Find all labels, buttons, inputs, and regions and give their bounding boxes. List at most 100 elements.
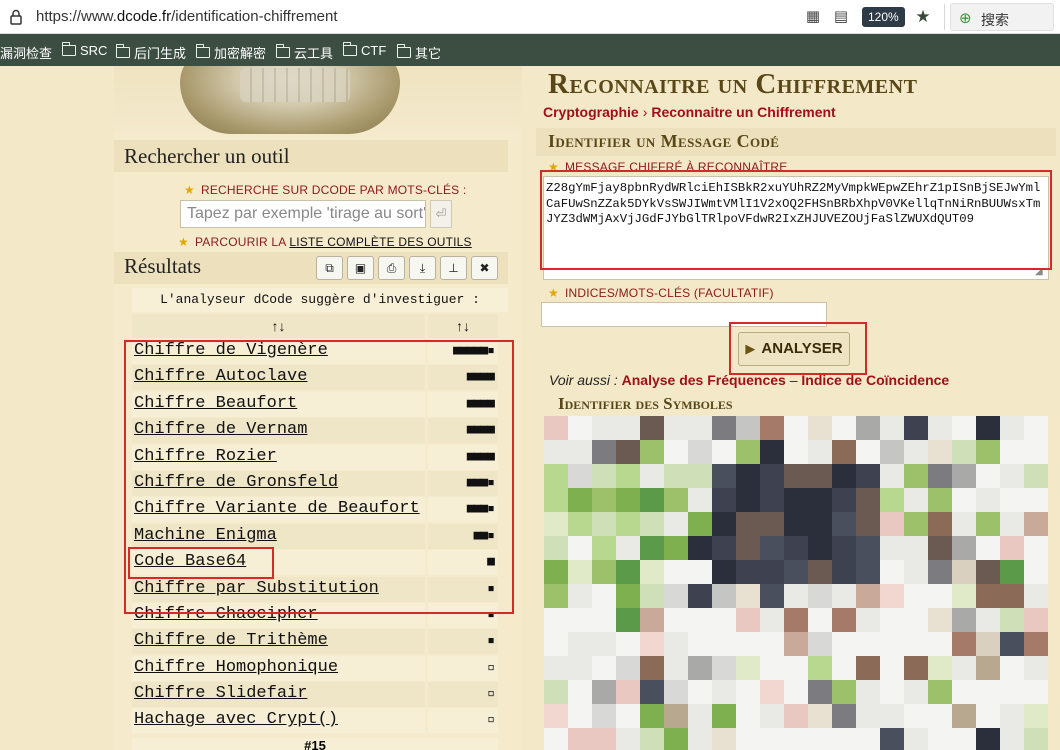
result-link[interactable]: Chiffre par Substitution (132, 576, 425, 602)
ciphertext-textarea[interactable]: Z28gYmFjay8pbnRydWRlciEhISBkR2xuYUhRZ2My… (543, 176, 1049, 280)
mosaic-tile (712, 584, 736, 608)
result-link[interactable]: Machine Enigma (132, 523, 425, 549)
hints-input[interactable] (541, 302, 827, 327)
result-link[interactable]: Chiffre Homophonique (132, 655, 425, 681)
bookmark-crypto[interactable]: 加密解密 (195, 43, 266, 62)
result-link[interactable]: Hachage avec Crypt() (132, 708, 425, 734)
mosaic-tile (568, 656, 592, 680)
bookmark-backdoor[interactable]: 后门生成 (115, 43, 186, 62)
analyze-button[interactable]: ▶ ANALYSER (738, 332, 850, 366)
mosaic-tile (1000, 584, 1024, 608)
bookmark-label: 云工具 (294, 46, 334, 61)
mosaic-tile (856, 560, 880, 584)
download-icon[interactable]: ⤓ (409, 256, 436, 280)
mosaic-tile (568, 560, 592, 584)
mosaic-tile (664, 488, 688, 512)
mosaic-tile (688, 656, 712, 680)
mosaic-tile (856, 488, 880, 512)
table-row: Chiffre Chaocipher ▪ (132, 602, 498, 629)
mosaic-tile (928, 680, 952, 704)
breadcrumb-current[interactable]: Reconnaitre un Chiffrement (651, 104, 835, 120)
mosaic-tile (640, 608, 664, 632)
mosaic-tile (616, 680, 640, 704)
mosaic-tile (928, 512, 952, 536)
mosaic-tile (1000, 680, 1024, 704)
mosaic-tile (760, 656, 784, 680)
lock-icon (10, 9, 22, 25)
mosaic-tile (1024, 488, 1048, 512)
mosaic-tile (568, 728, 592, 750)
search-label: 搜索 (981, 12, 1009, 28)
result-link[interactable]: Chiffre Variante de Beaufort (132, 497, 425, 523)
result-link[interactable]: Chiffre Chaocipher (132, 602, 425, 628)
mosaic-tile (616, 608, 640, 632)
mosaic-tile (856, 440, 880, 464)
sort-score-header[interactable]: ↑↓ (428, 314, 498, 338)
breadcrumb-cryptography[interactable]: Cryptographie (543, 104, 639, 120)
tool-search-input[interactable]: Tapez par exemple 'tirage au sort' (180, 200, 426, 228)
mosaic-tile (664, 560, 688, 584)
url-text[interactable]: https://www.dcode.fr/identification-chif… (36, 8, 338, 25)
mosaic-tile (712, 608, 736, 632)
resize-handle-icon[interactable]: ◢ (1035, 266, 1047, 278)
bookmark-ctf[interactable]: CTF (342, 42, 386, 58)
mosaic-tile (952, 464, 976, 488)
browse-prefix: PARCOURIR LA (194, 235, 290, 249)
browser-search-button[interactable]: ⊕ 搜索 (950, 3, 1054, 31)
result-link[interactable]: Chiffre Rozier (132, 444, 425, 470)
mosaic-tile (832, 440, 856, 464)
reader-mode-icon[interactable]: ▤ (832, 8, 850, 26)
result-score: ■ (428, 550, 498, 576)
zoom-badge[interactable]: 120% (862, 7, 905, 27)
mosaic-tile (952, 584, 976, 608)
browse-all-tools-link[interactable]: LISTE COMPLÈTE DES OUTILS (289, 235, 471, 249)
sort-name-header[interactable]: ↑↓ (132, 314, 425, 338)
copy-icon[interactable]: ⧉ (316, 256, 343, 280)
result-link[interactable]: Chiffre de Gronsfeld (132, 470, 425, 496)
result-link[interactable]: Chiffre de Vernam (132, 418, 425, 444)
print-icon[interactable]: ⎙ (378, 256, 405, 280)
identify-title: Identifier un Message Codé (548, 131, 780, 151)
mosaic-tile (616, 632, 640, 656)
qr-code-icon[interactable]: ▦ (804, 8, 822, 26)
mosaic-tile (880, 416, 904, 440)
bookmark-src[interactable]: SRC (61, 42, 107, 58)
hints-label: ★ INDICES/MOTS-CLÉS (FACULTATIF) (548, 286, 774, 300)
mosaic-tile (784, 656, 808, 680)
result-link[interactable]: Chiffre Autoclave (132, 365, 425, 391)
mosaic-tile (760, 584, 784, 608)
frequency-analysis-link[interactable]: Analyse des Fréquences (622, 372, 786, 388)
search-engine-icon: ⊕ (959, 10, 972, 27)
index-of-coincidence-link[interactable]: Indice de Coïncidence (801, 372, 949, 388)
result-link[interactable]: Chiffre Beaufort (132, 391, 425, 417)
folder-icon (342, 42, 357, 56)
hints-label-text: INDICES/MOTS-CLÉS (FACULTATIF) (564, 286, 774, 300)
result-link[interactable]: Code Base64 (132, 550, 425, 576)
bookmark-other[interactable]: 其它 (396, 43, 441, 62)
mosaic-tile (1000, 632, 1024, 656)
clipboard-icon[interactable]: ▣ (347, 256, 374, 280)
result-link[interactable]: Chiffre de Vigenère (132, 339, 425, 364)
pin-icon[interactable]: ⊥ (440, 256, 467, 280)
mosaic-tile (592, 584, 616, 608)
bookmark-0[interactable]: 漏洞检查 (0, 43, 52, 62)
mosaic-tile (880, 536, 904, 560)
bookmark-cloud[interactable]: 云工具 (275, 43, 334, 62)
table-row: Machine Enigma ■■▪ (132, 523, 498, 550)
pixelated-ad-image (544, 416, 1056, 750)
mosaic-tile (688, 560, 712, 584)
close-icon[interactable]: ✖ (471, 256, 498, 280)
page-title: Reconnaitre un Chiffrement (548, 68, 918, 100)
result-link[interactable]: Chiffre Slidefair (132, 682, 425, 708)
mosaic-tile (856, 680, 880, 704)
mosaic-tile (664, 704, 688, 728)
mosaic-tile (832, 536, 856, 560)
mosaic-tile (760, 536, 784, 560)
mosaic-tile (544, 704, 568, 728)
search-submit-icon[interactable]: ⏎ (430, 200, 452, 228)
result-link[interactable]: Chiffre de Trithème (132, 629, 425, 655)
star-bookmark-icon[interactable]: ★ (914, 8, 932, 26)
mosaic-tile (544, 560, 568, 584)
mosaic-tile (808, 440, 832, 464)
mosaic-tile (664, 464, 688, 488)
